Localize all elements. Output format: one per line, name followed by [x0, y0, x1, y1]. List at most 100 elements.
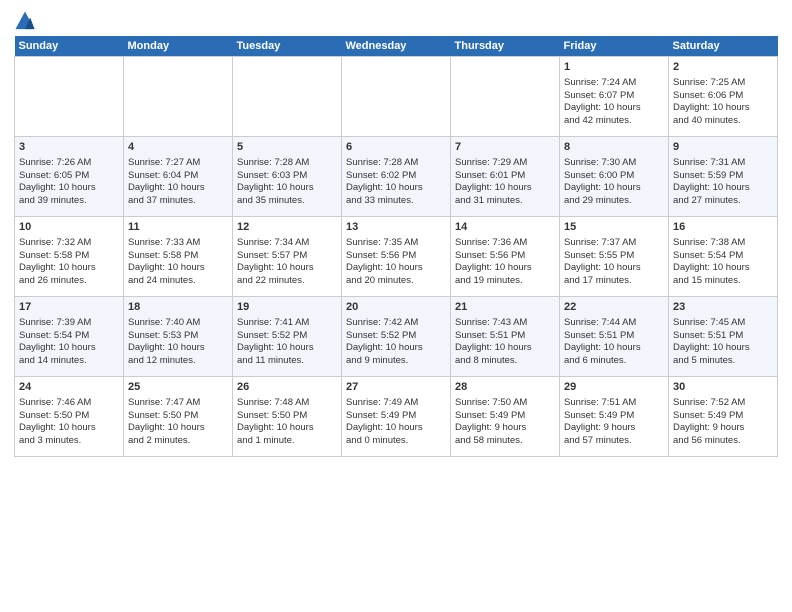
cell-5-6: 29 Sunrise: 7:51 AM Sunset: 5:49 PM Dayli… — [560, 377, 669, 457]
cell-5-1: 24 Sunrise: 7:46 AM Sunset: 5:50 PM Dayli… — [15, 377, 124, 457]
week-row-4: 17Sunrise: 7:39 AM Sunset: 5:54 PM Dayli… — [15, 297, 778, 377]
logo — [14, 10, 40, 32]
day-info: Sunrise: 7:38 AM Sunset: 5:54 PM Dayligh… — [673, 237, 750, 286]
day-info: Sunrise: 7:32 AM Sunset: 5:58 PM Dayligh… — [19, 237, 96, 286]
header-row: SundayMondayTuesdayWednesdayThursdayFrid… — [15, 36, 778, 57]
day-number: 23 — [673, 300, 773, 315]
day-info: Sunrise: 7:25 AM Sunset: 6:06 PM Dayligh… — [673, 77, 750, 126]
day-info: Sunrise: 7:26 AM Sunset: 6:05 PM Dayligh… — [19, 157, 96, 206]
day-number: 10 — [19, 220, 119, 235]
col-header-tuesday: Tuesday — [233, 36, 342, 57]
cell-3-5: 14 Sunrise: 7:36 AM Sunset: 5:56 PM Dayli… — [451, 217, 560, 297]
day-number: 2 — [673, 60, 773, 75]
day-info: Sunrise: 7:44 AM Sunset: 5:51 PM Dayligh… — [564, 317, 641, 366]
cell-2-3: 5 Sunrise: 7:28 AM Sunset: 6:03 PM Daylig… — [233, 137, 342, 217]
header-row — [14, 10, 778, 32]
cell-5-2: 25 Sunrise: 7:47 AM Sunset: 5:50 PM Dayli… — [124, 377, 233, 457]
cell-1-4 — [342, 57, 451, 137]
day-info: Sunrise: 7:35 AM Sunset: 5:56 PM Dayligh… — [346, 237, 423, 286]
cell-4-5: 21 Sunrise: 7:43 AM Sunset: 5:51 PM Dayli… — [451, 297, 560, 377]
col-header-saturday: Saturday — [669, 36, 778, 57]
day-number: 25 — [128, 380, 228, 395]
day-info: Sunrise: 7:37 AM Sunset: 5:55 PM Dayligh… — [564, 237, 641, 286]
day-number: 16 — [673, 220, 773, 235]
day-number: 17 — [19, 300, 119, 315]
col-header-wednesday: Wednesday — [342, 36, 451, 57]
main-container: SundayMondayTuesdayWednesdayThursdayFrid… — [0, 0, 792, 465]
day-info: Sunrise: 7:43 AM Sunset: 5:51 PM Dayligh… — [455, 317, 532, 366]
day-info: Sunrise: 7:29 AM Sunset: 6:01 PM Dayligh… — [455, 157, 532, 206]
day-number: 13 — [346, 220, 446, 235]
day-info: Sunrise: 7:36 AM Sunset: 5:56 PM Dayligh… — [455, 237, 532, 286]
day-number: 14 — [455, 220, 555, 235]
day-number: 30 — [673, 380, 773, 395]
day-info: Sunrise: 7:34 AM Sunset: 5:57 PM Dayligh… — [237, 237, 314, 286]
day-info: Sunrise: 7:51 AM Sunset: 5:49 PM Dayligh… — [564, 397, 636, 446]
day-number: 3 — [19, 140, 119, 155]
cell-2-6: 8 Sunrise: 7:30 AM Sunset: 6:00 PM Daylig… — [560, 137, 669, 217]
cell-1-1 — [15, 57, 124, 137]
week-row-3: 10 Sunrise: 7:32 AM Sunset: 5:58 PM Dayli… — [15, 217, 778, 297]
day-number: 11 — [128, 220, 228, 235]
week-row-5: 24 Sunrise: 7:46 AM Sunset: 5:50 PM Dayli… — [15, 377, 778, 457]
day-number: 12 — [237, 220, 337, 235]
cell-4-2: 18Sunrise: 7:40 AM Sunset: 5:53 PM Dayli… — [124, 297, 233, 377]
cell-3-3: 12 Sunrise: 7:34 AM Sunset: 5:57 PM Dayli… — [233, 217, 342, 297]
day-number: 28 — [455, 380, 555, 395]
day-info: Sunrise: 7:49 AM Sunset: 5:49 PM Dayligh… — [346, 397, 423, 446]
day-number: 15 — [564, 220, 664, 235]
day-info: Sunrise: 7:47 AM Sunset: 5:50 PM Dayligh… — [128, 397, 205, 446]
cell-3-6: 15 Sunrise: 7:37 AM Sunset: 5:55 PM Dayli… — [560, 217, 669, 297]
cell-4-4: 20 Sunrise: 7:42 AM Sunset: 5:52 PM Dayli… — [342, 297, 451, 377]
week-row-1: 1 Sunrise: 7:24 AM Sunset: 6:07 PM Daylig… — [15, 57, 778, 137]
day-info: Sunrise: 7:28 AM Sunset: 6:03 PM Dayligh… — [237, 157, 314, 206]
day-info: Sunrise: 7:48 AM Sunset: 5:50 PM Dayligh… — [237, 397, 314, 446]
week-row-2: 3 Sunrise: 7:26 AM Sunset: 6:05 PM Daylig… — [15, 137, 778, 217]
day-info: Sunrise: 7:33 AM Sunset: 5:58 PM Dayligh… — [128, 237, 205, 286]
cell-1-6: 1 Sunrise: 7:24 AM Sunset: 6:07 PM Daylig… — [560, 57, 669, 137]
cell-4-3: 19 Sunrise: 7:41 AM Sunset: 5:52 PM Dayli… — [233, 297, 342, 377]
day-number: 24 — [19, 380, 119, 395]
day-info: Sunrise: 7:45 AM Sunset: 5:51 PM Dayligh… — [673, 317, 750, 366]
day-info: Sunrise: 7:40 AM Sunset: 5:53 PM Dayligh… — [128, 317, 205, 366]
day-info: Sunrise: 7:46 AM Sunset: 5:50 PM Dayligh… — [19, 397, 96, 446]
cell-2-1: 3 Sunrise: 7:26 AM Sunset: 6:05 PM Daylig… — [15, 137, 124, 217]
cell-1-2 — [124, 57, 233, 137]
day-info: Sunrise: 7:52 AM Sunset: 5:49 PM Dayligh… — [673, 397, 745, 446]
day-info: Sunrise: 7:42 AM Sunset: 5:52 PM Dayligh… — [346, 317, 423, 366]
day-info: Sunrise: 7:24 AM Sunset: 6:07 PM Dayligh… — [564, 77, 641, 126]
cell-3-2: 11 Sunrise: 7:33 AM Sunset: 5:58 PM Dayli… — [124, 217, 233, 297]
day-number: 8 — [564, 140, 664, 155]
cell-1-7: 2 Sunrise: 7:25 AM Sunset: 6:06 PM Daylig… — [669, 57, 778, 137]
col-header-thursday: Thursday — [451, 36, 560, 57]
logo-icon — [14, 10, 36, 32]
day-number: 22 — [564, 300, 664, 315]
day-info: Sunrise: 7:41 AM Sunset: 5:52 PM Dayligh… — [237, 317, 314, 366]
col-header-sunday: Sunday — [15, 36, 124, 57]
cell-3-1: 10 Sunrise: 7:32 AM Sunset: 5:58 PM Dayli… — [15, 217, 124, 297]
day-number: 1 — [564, 60, 664, 75]
day-number: 27 — [346, 380, 446, 395]
day-number: 29 — [564, 380, 664, 395]
cell-2-2: 4 Sunrise: 7:27 AM Sunset: 6:04 PM Daylig… — [124, 137, 233, 217]
day-number: 5 — [237, 140, 337, 155]
cell-2-5: 7 Sunrise: 7:29 AM Sunset: 6:01 PM Daylig… — [451, 137, 560, 217]
cell-1-5 — [451, 57, 560, 137]
day-number: 7 — [455, 140, 555, 155]
day-info: Sunrise: 7:27 AM Sunset: 6:04 PM Dayligh… — [128, 157, 205, 206]
cell-4-7: 23 Sunrise: 7:45 AM Sunset: 5:51 PM Dayli… — [669, 297, 778, 377]
day-number: 20 — [346, 300, 446, 315]
cell-3-7: 16 Sunrise: 7:38 AM Sunset: 5:54 PM Dayli… — [669, 217, 778, 297]
cell-2-7: 9Sunrise: 7:31 AM Sunset: 5:59 PM Daylig… — [669, 137, 778, 217]
col-header-friday: Friday — [560, 36, 669, 57]
cell-5-7: 30 Sunrise: 7:52 AM Sunset: 5:49 PM Dayli… — [669, 377, 778, 457]
cell-5-4: 27 Sunrise: 7:49 AM Sunset: 5:49 PM Dayli… — [342, 377, 451, 457]
calendar-table: SundayMondayTuesdayWednesdayThursdayFrid… — [14, 36, 778, 457]
day-number: 19 — [237, 300, 337, 315]
cell-4-1: 17Sunrise: 7:39 AM Sunset: 5:54 PM Dayli… — [15, 297, 124, 377]
day-number: 21 — [455, 300, 555, 315]
day-number: 6 — [346, 140, 446, 155]
day-info: Sunrise: 7:30 AM Sunset: 6:00 PM Dayligh… — [564, 157, 641, 206]
day-number: 4 — [128, 140, 228, 155]
day-info: Sunrise: 7:28 AM Sunset: 6:02 PM Dayligh… — [346, 157, 423, 206]
